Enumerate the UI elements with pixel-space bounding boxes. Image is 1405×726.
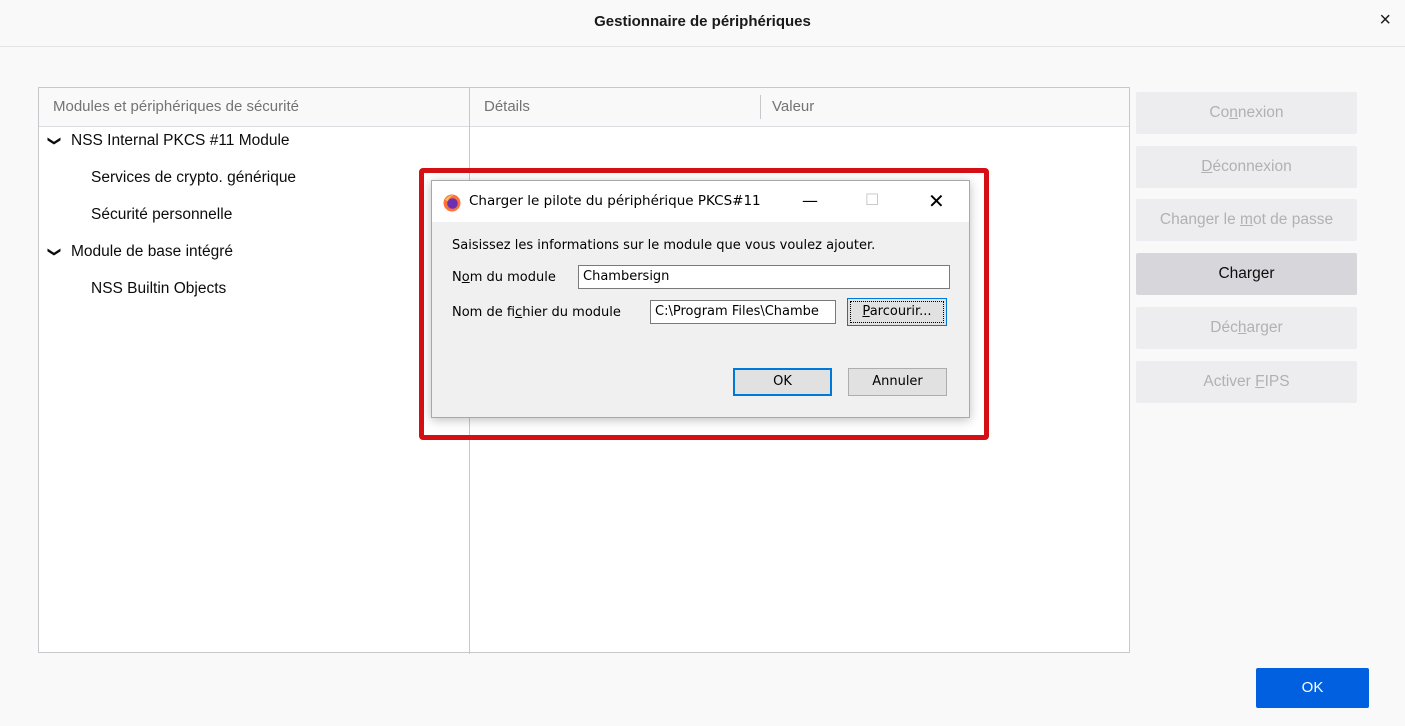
tree-row-label: NSS Builtin Objects	[91, 280, 227, 297]
tree-row-label: NSS Internal PKCS #11 Module	[71, 132, 290, 149]
change-password-button[interactable]: Changer le mot de passe	[1136, 199, 1357, 241]
label-accel: o	[461, 270, 470, 285]
close-icon[interactable]: ✕	[928, 189, 945, 213]
button-label-accel: D	[1201, 158, 1213, 175]
button-label-accel: F	[1255, 373, 1265, 390]
column-separator[interactable]	[469, 88, 470, 126]
firefox-icon	[443, 194, 461, 212]
button-label: nexion	[1237, 104, 1284, 121]
button-label: Co	[1209, 104, 1230, 121]
column-header-details[interactable]: Détails	[484, 98, 530, 115]
load-pkcs11-dialog: Charger le pilote du périphérique PKCS#1…	[431, 180, 970, 418]
module-name-label: Nom du module	[452, 270, 556, 285]
button-label: éconnexion	[1212, 158, 1292, 175]
tree-row-builtin-objects[interactable]: NSS Builtin Objects	[39, 280, 469, 317]
minimize-icon[interactable]: —	[802, 191, 818, 210]
button-label: arger	[1246, 319, 1283, 336]
module-file-input[interactable]: C:\Program Files\Chambe	[650, 300, 836, 324]
chevron-down-icon[interactable]: ❯	[46, 136, 62, 147]
chevron-down-icon[interactable]: ❯	[46, 247, 62, 258]
label-accel: P	[862, 304, 870, 319]
dialog-ok-button[interactable]: OK	[733, 368, 832, 396]
ok-button[interactable]: OK	[1256, 668, 1369, 708]
module-name-input[interactable]: Chambersign	[578, 265, 950, 289]
enable-fips-button[interactable]: Activer FIPS	[1136, 361, 1357, 403]
button-label-accel: n	[1229, 104, 1238, 121]
window-title: Gestionnaire de périphériques	[594, 13, 811, 30]
button-label-accel: g	[1252, 265, 1261, 282]
tree-row-personal-security[interactable]: Sécurité personnelle	[39, 206, 469, 243]
dialog-titlebar: Charger le pilote du périphérique PKCS#1…	[432, 181, 969, 222]
unload-button[interactable]: Décharger	[1136, 307, 1357, 349]
dialog-title: Charger le pilote du périphérique PKCS#1…	[469, 193, 761, 209]
window-titlebar: Gestionnaire de périphériques ×	[0, 0, 1405, 47]
button-label: IPS	[1264, 373, 1290, 390]
button-label-accel: h	[1237, 319, 1247, 336]
tree-row-crypto-services[interactable]: Services de crypto. générique	[39, 169, 469, 206]
column-header-value[interactable]: Valeur	[772, 98, 814, 115]
column-header-modules[interactable]: Modules et périphériques de sécurité	[53, 98, 299, 115]
module-file-label: Nom de fichier du module	[452, 305, 621, 320]
button-label: er	[1260, 265, 1275, 282]
button-label: ot de passe	[1252, 211, 1334, 228]
maximize-icon: ☐	[865, 190, 880, 209]
close-icon[interactable]: ×	[1379, 10, 1391, 30]
tree-row-nss-internal-module[interactable]: ❯ NSS Internal PKCS #11 Module	[39, 132, 469, 169]
label-text: N	[452, 270, 462, 285]
button-label: Activer	[1203, 373, 1256, 390]
tree-rows: ❯ NSS Internal PKCS #11 Module Services …	[39, 132, 469, 317]
label-text: Nom de fi	[452, 305, 516, 320]
dialog-cancel-button[interactable]: Annuler	[848, 368, 947, 396]
tree-row-builtin-module[interactable]: ❯ Module de base intégré	[39, 243, 469, 280]
button-label-accel: m	[1240, 211, 1253, 228]
label-text: arcourir...	[869, 304, 932, 319]
button-label: Déc	[1210, 319, 1238, 336]
load-button[interactable]: Charger	[1136, 253, 1357, 295]
browse-button[interactable]: Parcourir...	[847, 298, 947, 326]
column-separator[interactable]	[760, 95, 761, 119]
browse-button-focus: Parcourir...	[850, 301, 944, 323]
label-text: m du module	[469, 270, 556, 285]
login-button[interactable]: Connexion	[1136, 92, 1357, 134]
button-label: Char	[1218, 265, 1253, 282]
logout-button[interactable]: Déconnexion	[1136, 146, 1357, 188]
tree-row-label: Module de base intégré	[71, 243, 234, 260]
tree-row-label: Services de crypto. générique	[91, 169, 297, 186]
button-label: Changer le	[1159, 211, 1241, 228]
label-text: hier du module	[522, 305, 621, 320]
tree-header: Modules et périphériques de sécurité Dét…	[39, 88, 1129, 127]
tree-row-label: Sécurité personnelle	[91, 206, 233, 223]
dialog-description: Saisissez les informations sur le module…	[452, 238, 876, 253]
